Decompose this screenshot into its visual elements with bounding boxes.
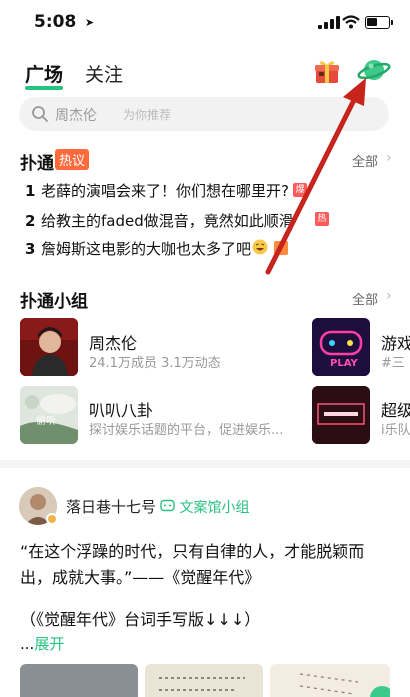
hot-item-rank: 2 <box>25 212 36 230</box>
groups-more-link[interactable]: 全部 <box>352 289 378 308</box>
search-bar[interactable]: 周杰伦 为你推荐 <box>19 97 389 131</box>
group-meta: #三 <box>381 356 405 371</box>
hot-badge: 热议 <box>55 149 90 170</box>
search-placeholder: 为你推荐 <box>123 108 172 122</box>
group-meta: i乐队 <box>381 423 410 438</box>
hot-more-link[interactable]: 全部 <box>352 151 378 170</box>
search-suggestion: 周杰伦 <box>55 108 97 124</box>
chevron-right-icon[interactable]: › <box>386 150 392 166</box>
trending-tag-icon <box>274 241 288 255</box>
chevron-right-icon[interactable]: › <box>386 288 392 304</box>
section-divider <box>0 460 410 468</box>
group-thumbnail-band[interactable] <box>312 386 370 444</box>
explosive-tag: 爆 <box>293 183 307 197</box>
post-photo[interactable] <box>145 664 263 697</box>
post-line: （《觉醒年代》台词手写版↓↓↓） <box>20 610 261 629</box>
group-name[interactable]: 周杰伦 <box>89 330 137 354</box>
chat-bubble-icon <box>160 499 175 512</box>
hot-item[interactable]: 2 给教主的faded做混音，竟然如此顺滑 <box>25 210 294 231</box>
active-tab-indicator <box>25 86 63 90</box>
planet-icon[interactable] <box>357 55 391 85</box>
post-photo[interactable] <box>20 664 138 697</box>
hot-item[interactable]: 1 老薛的演唱会来了！你们想在哪里开? <box>25 180 289 201</box>
hot-tag: 热 <box>315 212 329 226</box>
hot-item-text: 詹姆斯这电影的大咖也太多了吧 <box>41 240 252 258</box>
hot-item-text: 给教主的faded做混音，竟然如此顺滑 <box>41 212 294 230</box>
group-thumbnail-jay[interactable] <box>20 318 78 376</box>
tab-square[interactable]: 广场 <box>25 60 63 87</box>
status-time: 5:08 <box>34 12 77 32</box>
group-name[interactable]: 游戏 <box>381 330 410 354</box>
group-meta: 24.1万成员 3.1万动态 <box>89 356 221 371</box>
hot-item-rank: 3 <box>25 240 36 258</box>
post-line: “在这个浮躁的时代，只有自律的人，才能脱颖而 <box>20 542 365 561</box>
post-photo[interactable] <box>270 664 390 697</box>
location-arrow-icon: ➤ <box>85 16 95 29</box>
cellular-signal-icon <box>318 16 340 29</box>
post-group-name: 文案馆小组 <box>179 500 250 516</box>
gossip-thumb-label: 偷听 <box>36 414 56 427</box>
hot-item[interactable]: 3 詹姆斯这电影的大咖也太多了吧 <box>25 238 251 259</box>
hot-section-title: 扑通 <box>20 154 54 174</box>
wifi-icon <box>342 15 360 29</box>
game-thumb-label: PLAY <box>330 358 358 369</box>
group-meta: 探讨娱乐话题的平台，促进娱乐... <box>89 423 284 438</box>
groups-section-title: 扑通小组 <box>20 292 88 312</box>
laugh-emoji-icon <box>252 239 268 255</box>
tab-follow[interactable]: 关注 <box>85 60 123 87</box>
search-icon <box>32 106 48 122</box>
author-name[interactable]: 落日巷十七号 <box>66 496 156 517</box>
gift-icon[interactable] <box>313 57 341 85</box>
group-name[interactable]: 叭叭八卦 <box>89 397 153 421</box>
post-line: 出，成就大事。”——《觉醒年代》 <box>20 568 261 587</box>
group-thumbnail-gossip[interactable]: 偷听 <box>20 386 78 444</box>
battery-icon <box>365 16 393 29</box>
expand-link[interactable]: ...展开 <box>20 633 64 654</box>
hot-item-text: 老薛的演唱会来了！你们想在哪里开? <box>41 182 289 200</box>
status-bar: 5:08 ➤ <box>0 0 410 44</box>
hot-item-rank: 1 <box>25 182 36 200</box>
group-thumbnail-game[interactable]: PLAY <box>312 318 370 376</box>
verified-badge-icon <box>46 513 58 525</box>
group-name[interactable]: 超级 <box>381 397 410 421</box>
post-group-link[interactable]: 文案馆小组 <box>160 497 249 517</box>
